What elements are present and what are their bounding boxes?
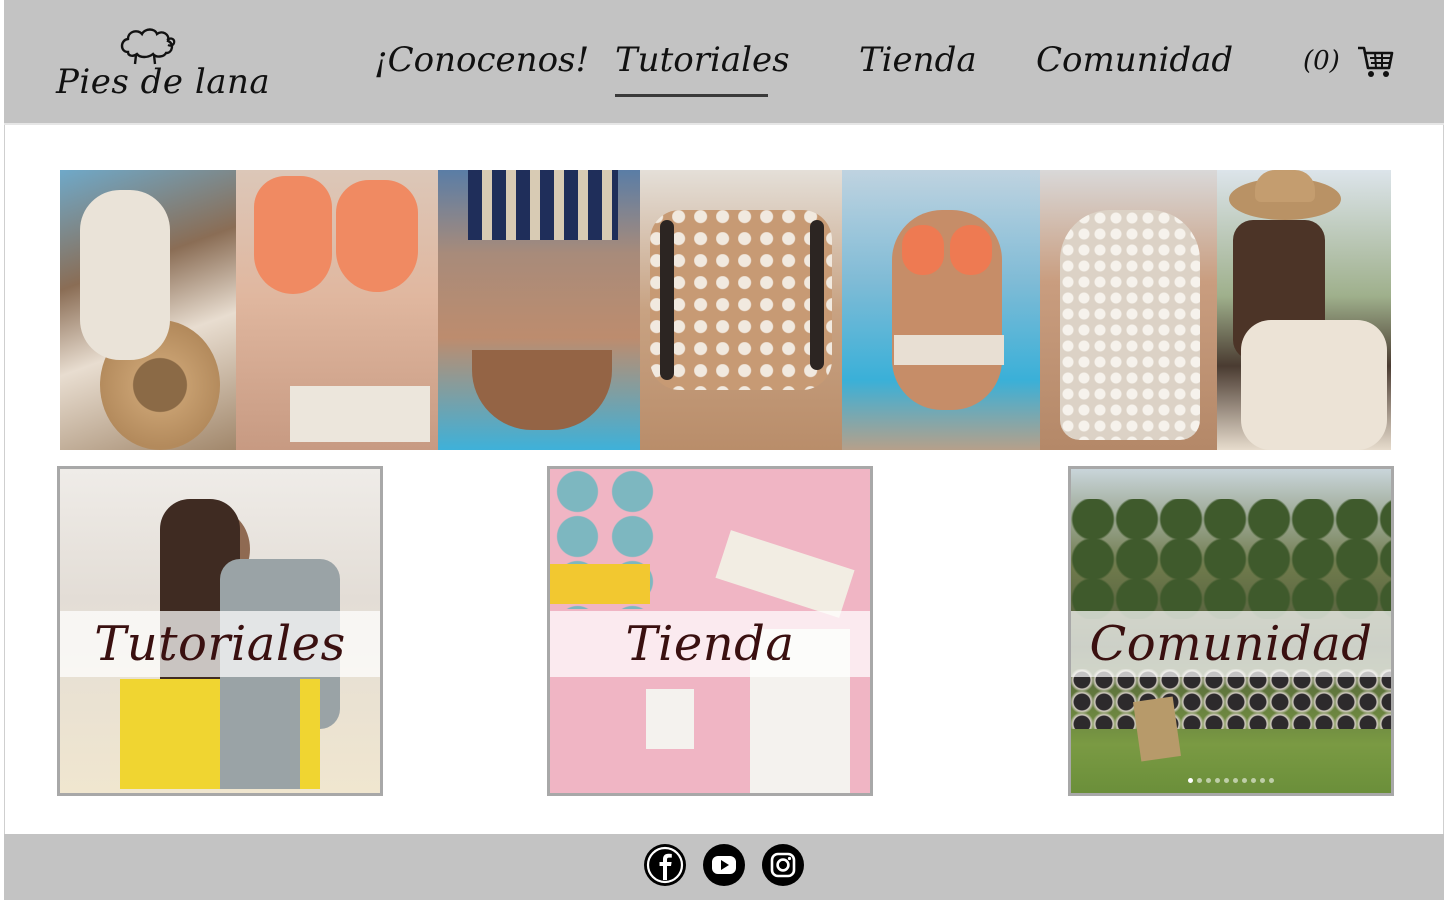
carousel-dot[interactable]	[1206, 778, 1211, 783]
gallery-strip[interactable]	[60, 170, 1391, 450]
carousel-dot[interactable]	[1269, 778, 1274, 783]
carousel-dot[interactable]	[1242, 778, 1247, 783]
coral-bikini-pool-photo[interactable]	[842, 170, 1040, 450]
carousel-dot[interactable]	[1197, 778, 1202, 783]
instagram-icon[interactable]	[762, 844, 804, 886]
card-tienda[interactable]: Tienda	[547, 466, 873, 796]
carousel-dot[interactable]	[1224, 778, 1229, 783]
sheep-icon	[120, 28, 176, 65]
site-footer	[4, 834, 1444, 900]
cart-count[interactable]: (0)	[1303, 46, 1340, 76]
crochet-halter-top-photo[interactable]	[640, 170, 842, 450]
carousel-dot[interactable]	[1233, 778, 1238, 783]
card-banner: Tienda	[550, 611, 870, 677]
facebook-icon[interactable]	[644, 844, 686, 886]
crochet-top-hat-photo[interactable]	[1217, 170, 1391, 450]
card-banner: Comunidad	[1071, 611, 1391, 677]
card-banner: Tutoriales	[60, 611, 380, 677]
carousel-dots[interactable]	[1071, 778, 1391, 783]
card-tutoriales[interactable]: Tutoriales	[57, 466, 383, 796]
shopping-cart-icon[interactable]	[1356, 44, 1394, 80]
carousel-dot[interactable]	[1251, 778, 1256, 783]
card-title-comunidad: Comunidad	[1089, 616, 1373, 672]
site-header: Pies de lana ¡Conocenos! Tutoriales Tien…	[4, 0, 1444, 125]
card-title-tutoriales: Tutoriales	[94, 616, 346, 672]
brand-name: Pies de lana	[56, 62, 271, 102]
nav-comunidad[interactable]: Comunidad	[1036, 40, 1233, 94]
carousel-dot[interactable]	[1215, 778, 1220, 783]
logo[interactable]: Pies de lana	[56, 22, 270, 112]
white-crochet-top-photo[interactable]	[1040, 170, 1217, 450]
card-title-tienda: Tienda	[625, 616, 795, 672]
nav-conocenos[interactable]: ¡Conocenos!	[374, 40, 589, 94]
nav-tienda[interactable]: Tienda	[859, 40, 977, 94]
striped-crochet-bikini-photo[interactable]	[438, 170, 640, 450]
coral-crochet-bikini-photo[interactable]	[236, 170, 438, 450]
carousel-dot[interactable]	[1188, 778, 1193, 783]
card-comunidad[interactable]: Comunidad	[1068, 466, 1394, 796]
nav-tutoriales[interactable]: Tutoriales	[615, 40, 790, 97]
carousel-dot[interactable]	[1260, 778, 1265, 783]
crochet-swimsuit-hat-photo[interactable]	[60, 170, 236, 450]
youtube-icon[interactable]	[703, 844, 745, 886]
